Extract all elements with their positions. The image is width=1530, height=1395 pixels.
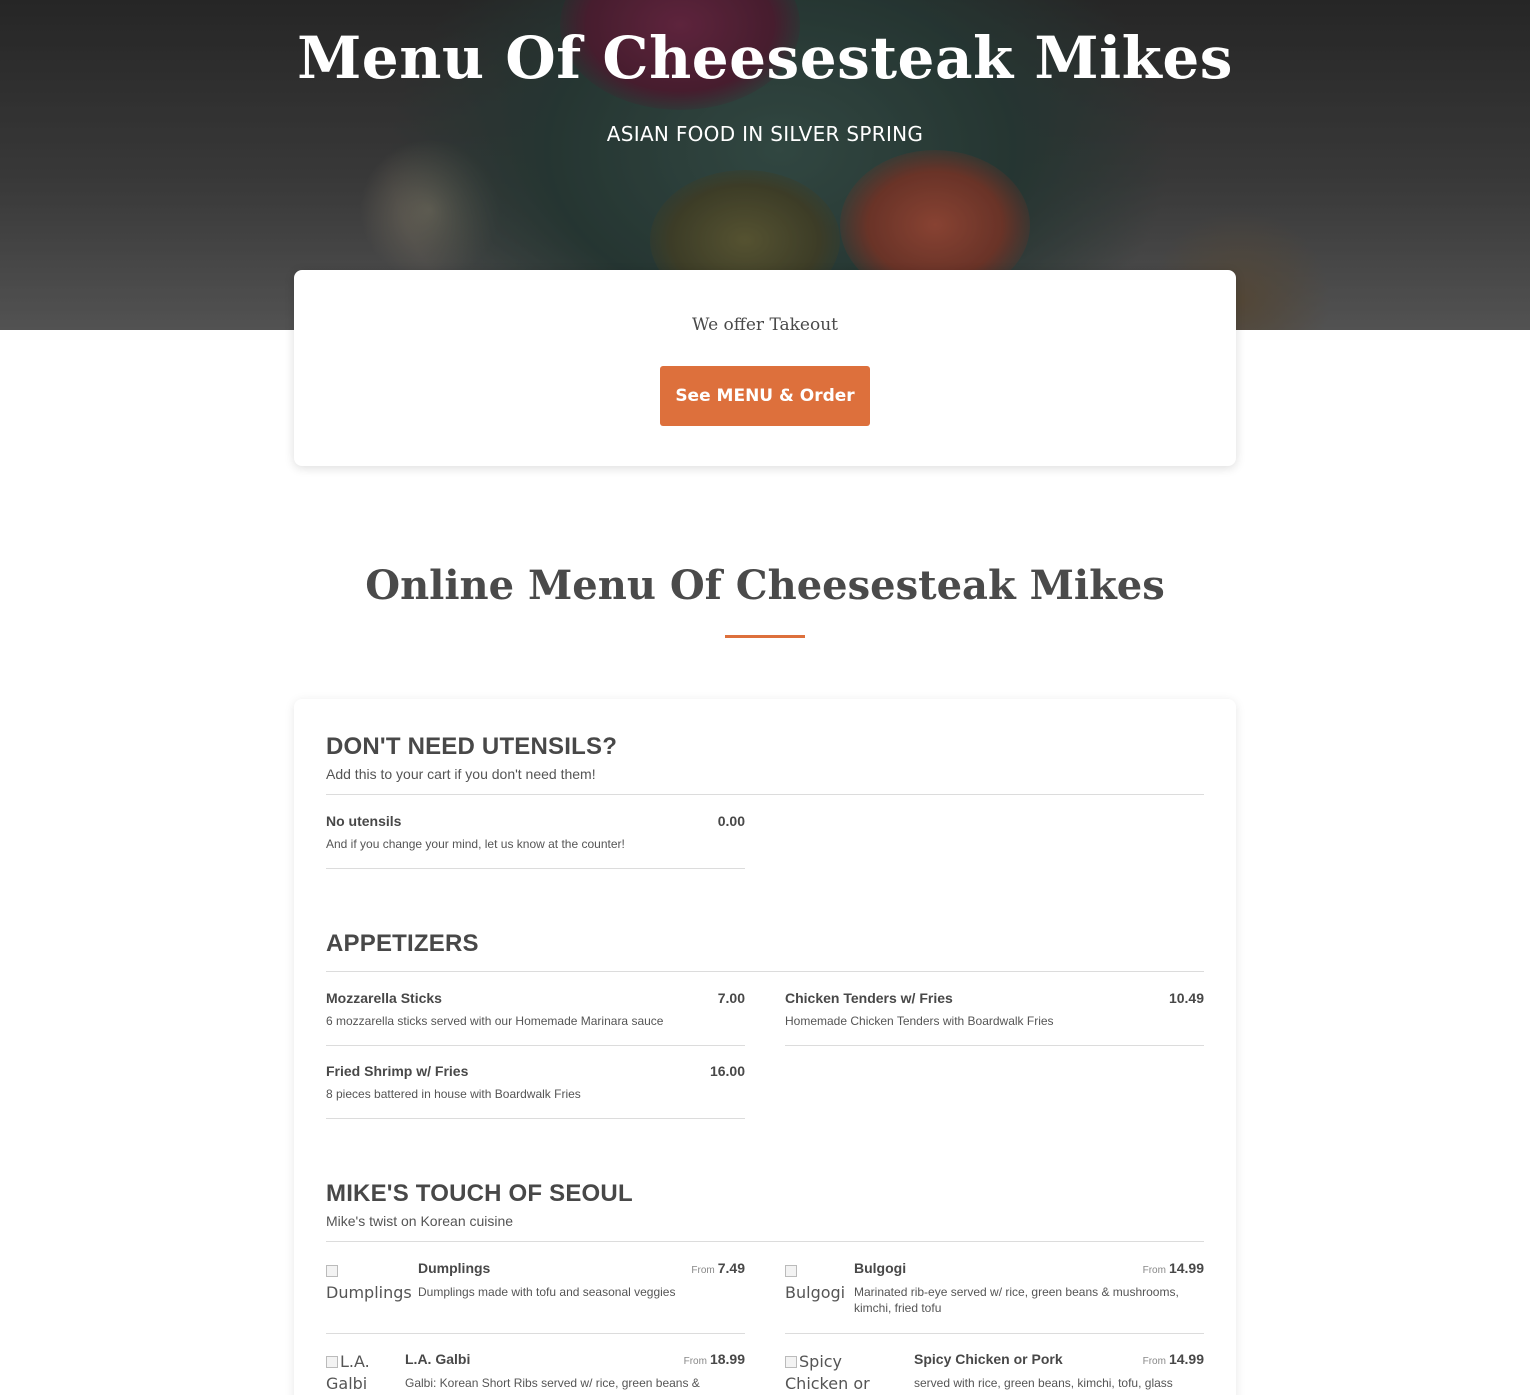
item-divider xyxy=(326,1333,745,1334)
takeout-text: We offer Takeout xyxy=(692,315,838,335)
item-name: Dumplings xyxy=(418,1260,491,1276)
price-prefix: From xyxy=(683,1356,707,1367)
category-divider xyxy=(326,1241,1204,1242)
item-price: From 14.99 xyxy=(1143,1351,1204,1367)
item-description: Dumplings made with tofu and seasonal ve… xyxy=(418,1285,676,1299)
item-divider xyxy=(785,1333,1204,1334)
item-name: Spicy Chicken or Pork xyxy=(914,1351,1063,1367)
item-price: From 14.99 xyxy=(1143,1260,1204,1276)
broken-image-icon xyxy=(785,1356,797,1368)
item-image-alt: Bulgogi xyxy=(785,1283,846,1302)
item-price: 16.00 xyxy=(710,1063,745,1079)
category-title: APPETIZERS xyxy=(326,930,479,957)
category-description: Add this to your cart if you don't need … xyxy=(326,766,596,782)
item-image-alt: Dumplings xyxy=(326,1283,412,1302)
item-image-alt: Spicy Chicken or Pork xyxy=(785,1352,870,1393)
price-prefix: From xyxy=(1142,1356,1166,1367)
item-name: No utensils xyxy=(326,813,402,829)
item-description: Galbi: Korean Short Ribs served w/ rice,… xyxy=(405,1376,700,1390)
category-title: MIKE'S TOUCH OF SEOUL xyxy=(326,1180,633,1207)
item-price-value: 18.99 xyxy=(709,1351,745,1367)
item-name: Chicken Tenders w/ Fries xyxy=(785,990,953,1006)
item-divider xyxy=(785,1045,1204,1046)
item-image: Bulgogi xyxy=(785,1260,849,1304)
menu-item[interactable]: Fried Shrimp w/ Fries 16.00 8 pieces bat… xyxy=(326,1063,745,1119)
item-name: Fried Shrimp w/ Fries xyxy=(326,1063,469,1079)
item-divider xyxy=(326,1118,745,1119)
item-name: Mozzarella Sticks xyxy=(326,990,442,1006)
item-divider xyxy=(326,1045,745,1046)
menu-item[interactable]: L.A. Galbi L.A. Galbi From 18.99 Galbi: K… xyxy=(326,1351,745,1395)
menu-item[interactable]: Mozzarella Sticks 7.00 6 mozzarella stic… xyxy=(326,990,745,1046)
menu-item[interactable]: No utensils 0.00 And if you change your … xyxy=(326,813,745,869)
item-description: served with rice, green beans, kimchi, t… xyxy=(914,1376,1173,1390)
page-subtitle: ASIAN FOOD IN SILVER SPRING xyxy=(606,122,924,146)
broken-image-icon xyxy=(326,1356,338,1368)
item-description: And if you change your mind, let us know… xyxy=(326,837,625,851)
item-price: 0.00 xyxy=(718,813,745,829)
price-prefix: From xyxy=(691,1265,715,1276)
category-title: DON'T NEED UTENSILS? xyxy=(326,733,618,760)
item-price-value: 16.00 xyxy=(709,1063,745,1079)
item-description: Marinated rib-eye served w/ rice, green … xyxy=(854,1285,1179,1315)
page-title: Menu Of Cheesesteak Mikes xyxy=(297,24,1233,92)
menu-heading: Online Menu Of Cheesesteak Mikes xyxy=(365,562,1165,609)
price-prefix: From xyxy=(1142,1265,1166,1276)
menu-card: DON'T NEED UTENSILS? Add this to your ca… xyxy=(294,699,1236,1395)
broken-image-icon xyxy=(326,1265,338,1277)
item-price-value: 0.00 xyxy=(717,813,745,829)
item-price-value: 14.99 xyxy=(1168,1351,1204,1367)
item-name: L.A. Galbi xyxy=(405,1351,471,1367)
item-image: L.A. Galbi xyxy=(326,1351,398,1395)
item-image: Dumplings xyxy=(326,1260,412,1304)
item-divider xyxy=(326,868,745,869)
category-description: Mike's twist on Korean cuisine xyxy=(326,1213,514,1229)
item-price-value: 14.99 xyxy=(1168,1260,1204,1276)
broken-image-icon xyxy=(785,1265,797,1277)
item-price-value: 10.49 xyxy=(1168,990,1204,1006)
item-price: 7.00 xyxy=(718,990,745,1006)
item-price-value: 7.00 xyxy=(717,990,745,1006)
item-image: Spicy Chicken or Pork xyxy=(785,1351,909,1395)
item-description: 8 pieces battered in house with Boardwal… xyxy=(326,1087,581,1101)
menu-item[interactable]: Bulgogi Bulgogi From 14.99 Marinated rib-… xyxy=(785,1260,1204,1334)
item-description: 6 mozzarella sticks served with our Home… xyxy=(326,1014,664,1028)
item-price: 10.49 xyxy=(1169,990,1204,1006)
item-price: From 18.99 xyxy=(684,1351,745,1367)
item-price: From 7.49 xyxy=(691,1260,745,1276)
menu-item[interactable]: Chicken Tenders w/ Fries 10.49 Homemade … xyxy=(785,990,1204,1046)
heading-underline xyxy=(725,635,805,638)
item-price-value: 7.49 xyxy=(717,1260,745,1276)
takeout-card: We offer Takeout See MENU & Order xyxy=(294,270,1236,466)
category-divider xyxy=(326,971,1204,972)
see-menu-order-button[interactable]: See MENU & Order xyxy=(660,366,870,426)
category-divider xyxy=(326,794,1204,795)
menu-item[interactable]: Spicy Chicken or Pork Spicy Chicken or P… xyxy=(785,1351,1204,1395)
item-name: Bulgogi xyxy=(854,1260,907,1276)
menu-item[interactable]: Dumplings Dumplings From 7.49 Dumplings m… xyxy=(326,1260,745,1334)
item-description: Homemade Chicken Tenders with Boardwalk … xyxy=(785,1014,1054,1028)
